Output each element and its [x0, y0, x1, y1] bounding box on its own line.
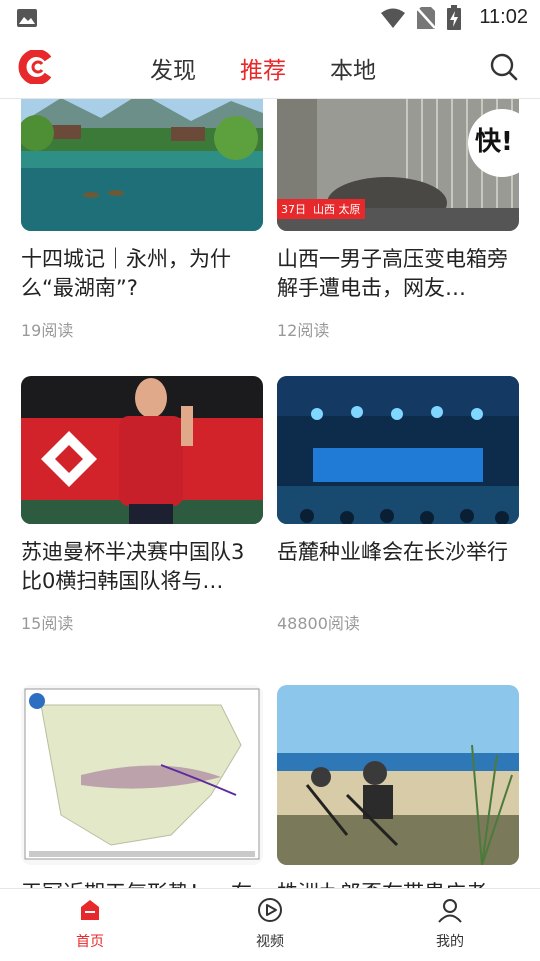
tab-local[interactable]: 本地 [330, 51, 376, 85]
wifi-icon [381, 8, 405, 28]
play-icon [258, 898, 282, 922]
news-title[interactable]: 山西一男子高压变电箱旁解手遭电击，网友… [277, 245, 519, 303]
nav-home[interactable]: 首页 [50, 897, 130, 951]
news-thumbnail[interactable] [21, 376, 263, 524]
image-date-label: 37日 [277, 199, 310, 219]
news-feed[interactable]: 十四城记｜永州，为什么“最湖南”? 19阅读 快! 37日 山西 太原 山西一男… [0, 99, 540, 888]
news-card[interactable]: 十四城记｜永州，为什么“最湖南”? 19阅读 [21, 99, 263, 341]
news-card[interactable]: 快! 37日 山西 太原 山西一男子高压变电箱旁解手遭电击，网友… 12阅读 [277, 99, 519, 341]
home-icon [81, 900, 99, 920]
bottom-navigation: 首页 视频 我的 [0, 888, 540, 961]
tab-recommend[interactable]: 推荐 [240, 51, 286, 85]
conference-image [277, 376, 519, 524]
read-count: 19阅读 [21, 321, 74, 340]
landscape-image [21, 99, 263, 231]
news-thumbnail[interactable] [277, 376, 519, 524]
news-card[interactable]: 岳麓种业峰会在长沙举行 48800阅读 [277, 376, 519, 634]
search-icon[interactable] [490, 53, 518, 81]
badminton-image [21, 376, 263, 524]
top-tabs: 发现 推荐 本地 [0, 36, 540, 98]
weather-map-image [21, 685, 263, 865]
tab-discover[interactable]: 发现 [150, 51, 196, 85]
news-thumbnail[interactable] [21, 99, 263, 231]
news-title[interactable]: 王冠近期天气形势！一布 [21, 879, 263, 888]
read-count: 12阅读 [277, 321, 330, 340]
nav-video[interactable]: 视频 [230, 897, 310, 951]
news-thumbnail[interactable] [21, 685, 263, 865]
nav-profile[interactable]: 我的 [410, 897, 490, 951]
news-title[interactable]: 苏迪曼杯半决赛中国队3比0横扫韩国队将与… [21, 538, 263, 596]
profile-icon [438, 899, 462, 923]
image-overlay-text: 快! [475, 127, 513, 157]
read-count: 15阅读 [21, 614, 74, 633]
nav-home-label: 首页 [76, 934, 104, 950]
news-thumbnail[interactable] [277, 685, 519, 865]
no-sim-icon [416, 7, 436, 29]
gallery-icon [17, 9, 37, 27]
news-thumbnail[interactable]: 快! 37日 山西 太原 [277, 99, 519, 231]
nav-video-label: 视频 [256, 934, 284, 950]
status-bar: 11:02 [0, 0, 540, 36]
status-time: 11:02 [479, 6, 528, 28]
image-location-label: 山西 太原 [309, 199, 365, 219]
beach-image [277, 685, 519, 865]
news-title[interactable]: 岳麓种业峰会在长沙举行 [277, 538, 519, 596]
news-title[interactable]: 株洲九郎歪在带患广者 [277, 879, 519, 888]
news-card[interactable]: 王冠近期天气形势！一布 [21, 685, 263, 888]
battery-charging-icon [447, 5, 461, 30]
app-header: 发现 推荐 本地 [0, 36, 540, 99]
nav-profile-label: 我的 [436, 934, 464, 950]
news-title[interactable]: 十四城记｜永州，为什么“最湖南”? [21, 245, 263, 303]
read-count: 48800阅读 [277, 614, 360, 633]
news-card[interactable]: 苏迪曼杯半决赛中国队3比0横扫韩国队将与… 15阅读 [21, 376, 263, 634]
news-card[interactable]: 株洲九郎歪在带患广者 [277, 685, 519, 888]
